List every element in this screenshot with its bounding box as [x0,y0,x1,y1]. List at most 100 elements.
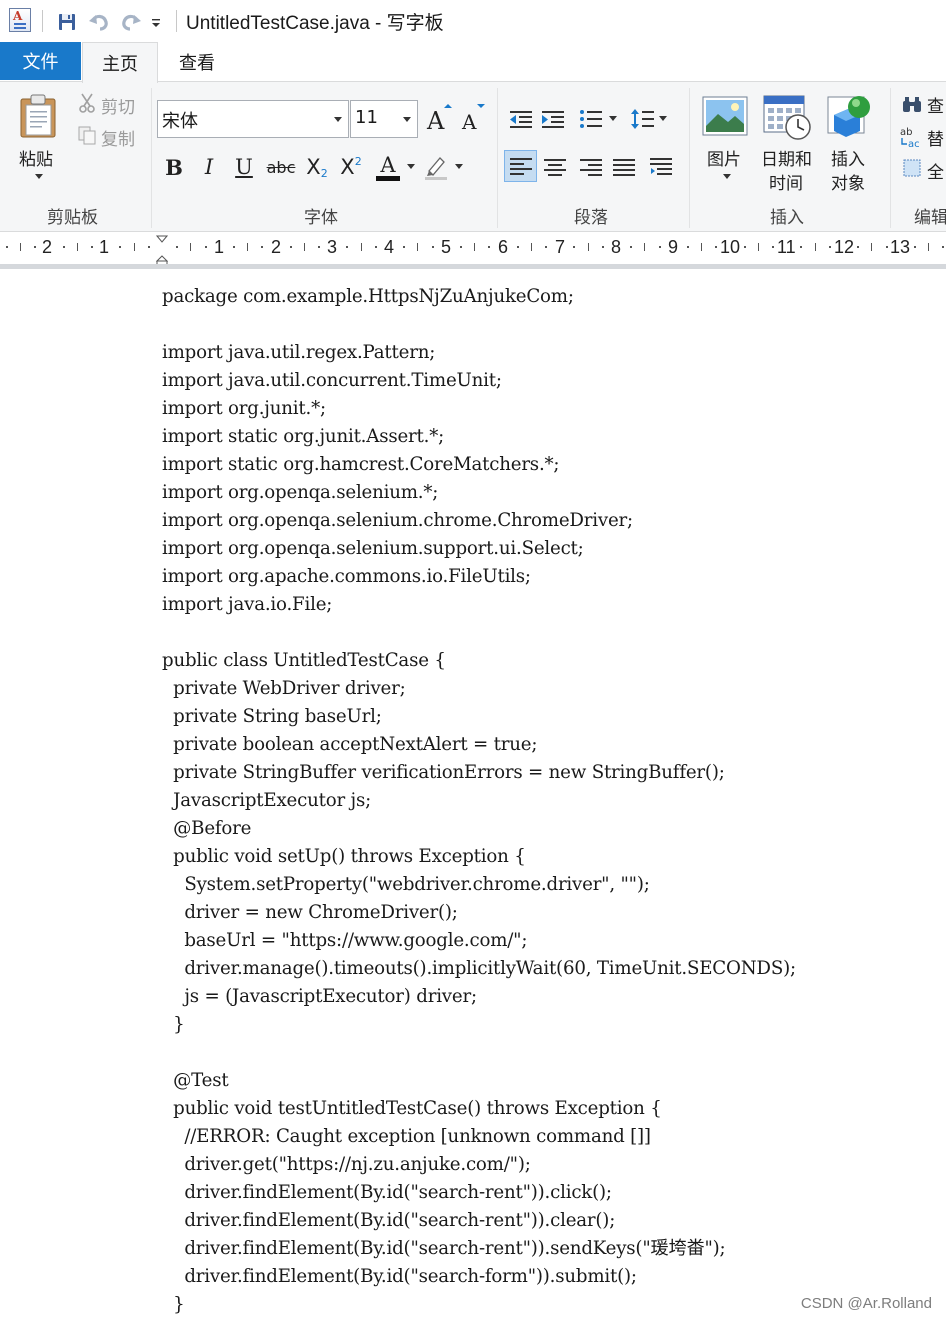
document-line[interactable]: System.setProperty("webdriver.chrome.dri… [162,871,796,899]
indent-marker-icon[interactable] [155,234,169,266]
document-line[interactable]: import org.openqa.selenium.*; [162,479,796,507]
paste-icon[interactable] [16,92,60,140]
document-line[interactable]: driver.manage().timeouts().implicitlyWai… [162,955,796,983]
document-line[interactable]: js = (JavascriptExecutor) driver; [162,983,796,1011]
wordpad-app-icon[interactable]: A [9,8,31,32]
document-line[interactable]: import static org.junit.Assert.*; [162,423,796,451]
ruler-dot [942,246,945,248]
document-line[interactable]: @Test [162,1067,796,1095]
document-line[interactable]: import org.apache.commons.io.FileUtils; [162,563,796,591]
bold-button[interactable]: B [160,150,188,184]
ruler[interactable]: 2 1 1 2 3 4 5 6 7 8 9 10 11 12 13 [0,232,946,266]
subscript-button[interactable]: X2 [303,150,331,184]
replace-icon[interactable]: ab ac [898,124,926,150]
tab-file[interactable]: 文件 [0,42,81,80]
italic-button[interactable]: I [196,150,222,184]
datetime-label-line1[interactable]: 日期和 [761,145,812,170]
document-line[interactable]: import java.util.concurrent.TimeUnit; [162,367,796,395]
document-text[interactable]: package com.example.HttpsNjZuAnjukeCom; … [162,283,796,1319]
font-color-dropdown-icon[interactable] [405,162,417,172]
insert-object-icon[interactable] [825,92,875,142]
paste-dropdown-icon[interactable] [33,172,45,182]
document-line[interactable] [162,619,796,647]
picture-dropdown-icon[interactable] [721,172,733,182]
find-button-label[interactable]: 查 [927,92,944,117]
document-line[interactable]: import org.openqa.selenium.support.ui.Se… [162,535,796,563]
document-line[interactable]: //ERROR: Caught exception [unknown comma… [162,1123,796,1151]
font-color-button[interactable]: A [373,150,403,184]
calendar-clock-icon[interactable] [761,92,813,142]
document-line[interactable]: public void setUp() throws Exception { [162,843,796,871]
insert-object-label-line1[interactable]: 插入 [831,145,865,170]
document-area[interactable]: package com.example.HttpsNjZuAnjukeCom; … [0,269,946,1319]
document-line[interactable]: driver.findElement(By.id("search-rent"))… [162,1179,796,1207]
document-line[interactable]: import org.junit.*; [162,395,796,423]
document-line[interactable]: private boolean acceptNextAlert = true; [162,731,796,759]
insert-object-label-line2[interactable]: 对象 [831,169,865,194]
superscript-button[interactable]: X2 [337,150,365,184]
document-line[interactable]: import static org.hamcrest.CoreMatchers.… [162,451,796,479]
document-line[interactable]: import java.io.File; [162,591,796,619]
align-left-button[interactable] [504,150,537,182]
document-line[interactable]: package com.example.HttpsNjZuAnjukeCom; [162,283,796,311]
select-all-button-label[interactable]: 全 [927,158,944,183]
align-right-button[interactable] [576,152,606,182]
line-spacing-dropdown-icon[interactable] [657,114,669,124]
document-line[interactable]: @Before [162,815,796,843]
document-line[interactable]: } [162,1291,796,1319]
document-line[interactable] [162,1039,796,1067]
font-family-select[interactable]: 宋体 [157,100,349,138]
paste-button-label[interactable]: 粘贴 [19,145,53,170]
svg-text:ab: ab [900,127,912,138]
bullet-list-icon[interactable] [576,104,606,134]
redo-icon[interactable] [118,9,144,35]
customize-dropdown-icon[interactable] [146,9,166,35]
bullet-dropdown-icon[interactable] [607,114,619,124]
picture-icon[interactable] [701,94,749,138]
document-line[interactable]: JavascriptExecutor js; [162,787,796,815]
copy-icon[interactable] [76,124,98,146]
document-line[interactable]: baseUrl = "https://www.google.com/"; [162,927,796,955]
document-line[interactable]: import org.openqa.selenium.chrome.Chrome… [162,507,796,535]
document-line[interactable]: driver.get("https://nj.zu.anjuke.com/"); [162,1151,796,1179]
decrease-indent-icon[interactable] [506,104,536,134]
datetime-label-line2[interactable]: 时间 [769,169,803,194]
document-line[interactable]: } [162,1011,796,1039]
font-color-swatch [376,175,400,181]
ruler-dot [772,246,775,248]
document-line[interactable]: public class UntitledTestCase { [162,647,796,675]
cut-button-label[interactable]: 剪切 [101,93,135,118]
document-line[interactable]: private StringBuffer verificationErrors … [162,759,796,787]
copy-button-label[interactable]: 复制 [101,125,135,150]
document-line[interactable]: driver = new ChromeDriver(); [162,899,796,927]
document-line[interactable]: import java.util.regex.Pattern; [162,339,796,367]
highlighter-icon[interactable] [421,152,451,182]
document-line[interactable]: driver.findElement(By.id("search-form"))… [162,1263,796,1291]
replace-button-label[interactable]: 替 [927,125,944,150]
select-all-icon[interactable] [900,156,924,180]
align-center-button[interactable] [540,152,570,182]
grow-font-icon[interactable]: A [424,102,454,134]
document-line[interactable]: public void testUntitledTestCase() throw… [162,1095,796,1123]
highlight-dropdown-icon[interactable] [453,162,465,172]
line-spacing-icon[interactable] [628,104,658,134]
document-line[interactable]: driver.findElement(By.id("search-rent"))… [162,1235,796,1263]
font-size-select[interactable]: 11 [350,100,418,138]
document-line[interactable]: private String baseUrl; [162,703,796,731]
paragraph-settings-icon[interactable] [646,152,676,182]
strikethrough-button[interactable]: abc [264,150,298,184]
undo-icon[interactable] [86,9,112,35]
tab-view[interactable]: 查看 [160,42,234,82]
document-line[interactable]: private WebDriver driver; [162,675,796,703]
underline-button[interactable]: U [230,150,258,184]
picture-button-label[interactable]: 图片 [707,145,741,170]
increase-indent-icon[interactable] [538,104,568,134]
tab-home[interactable]: 主页 [82,42,158,83]
binoculars-icon[interactable] [900,94,924,116]
document-line[interactable]: driver.findElement(By.id("search-rent"))… [162,1207,796,1235]
justify-button[interactable] [609,152,639,182]
document-line[interactable] [162,311,796,339]
cut-icon[interactable] [76,92,98,114]
shrink-font-icon[interactable]: A [457,102,487,134]
save-icon[interactable] [54,9,80,35]
